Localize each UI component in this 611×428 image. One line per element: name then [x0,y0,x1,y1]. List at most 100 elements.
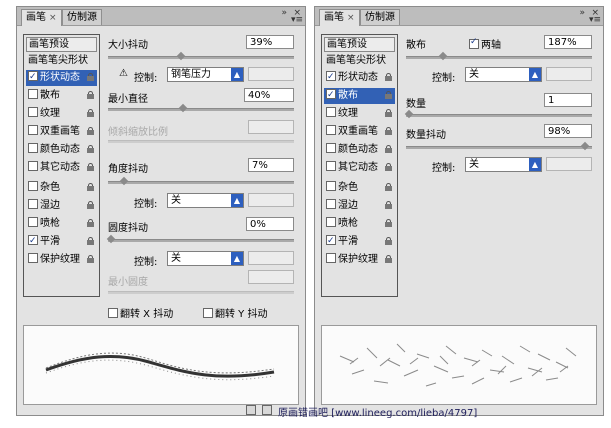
list-item-texture[interactable]: 纹理 [26,106,97,122]
list-item-color-dynamics[interactable]: 颜色动态 [324,142,395,158]
min-diameter-value[interactable]: 40% [244,88,294,102]
checkbox-icon[interactable] [326,161,336,171]
collapse-icon[interactable]: » [281,8,287,18]
count-slider[interactable] [404,109,592,119]
lock-icon[interactable] [385,255,392,263]
lock-icon[interactable] [87,219,94,227]
new-brush-icon[interactable] [246,405,256,415]
list-item-protect-texture[interactable]: 保护纹理 [26,252,97,268]
checkbox-icon[interactable] [28,107,38,117]
list-item-scattering[interactable]: 散布 [324,87,395,104]
flip-y-checkbox[interactable]: 翻转 Y 抖动 [203,305,267,320]
size-jitter-slider[interactable] [108,51,294,61]
list-item-other-dynamics[interactable]: 其它动态 [324,160,395,176]
angle-jitter-slider[interactable] [108,176,294,186]
lock-icon[interactable] [87,183,94,191]
list-item-color-dynamics[interactable]: 颜色动态 [26,142,97,158]
list-item-brush-tip-shape[interactable]: 画笔笔尖形状 [324,53,395,69]
lock-icon[interactable] [87,163,94,171]
roundness-jitter-slider[interactable] [106,234,294,244]
min-diameter-slider[interactable] [108,103,294,113]
lock-icon[interactable] [87,73,94,81]
lock-icon[interactable] [87,255,94,263]
tab-brush[interactable]: 画笔 × [319,9,360,26]
list-item-noise[interactable]: 杂色 [324,180,395,196]
list-item-airbrush[interactable]: 喷枪 [26,216,97,232]
lock-icon[interactable] [385,237,392,245]
checkbox-icon[interactable] [326,143,336,153]
dropdown-arrow-icon[interactable]: ▲ [231,68,243,81]
count-control-select[interactable]: 关 ▲ [465,157,542,172]
dropdown-arrow-icon[interactable]: ▲ [231,194,243,207]
checkbox-icon[interactable] [469,37,479,49]
checkbox-icon[interactable] [28,217,38,227]
list-item-dual-brush[interactable]: 双重画笔 [324,124,395,140]
checkbox-icon[interactable] [28,233,38,249]
slider-thumb[interactable] [404,109,414,119]
size-control-select[interactable]: 钢笔压力 ▲ [167,67,244,82]
list-item-shape-dynamics[interactable]: 形状动态 [26,69,97,86]
count-value[interactable]: 1 [544,93,592,107]
roundness-jitter-value[interactable]: 0% [246,217,294,231]
lock-icon[interactable] [385,163,392,171]
slider-thumb[interactable] [119,176,128,186]
lock-icon[interactable] [87,201,94,209]
checkbox-icon[interactable] [326,107,336,117]
panel-menu-icon[interactable]: ▾≡ [589,15,601,25]
count-jitter-slider[interactable] [406,141,592,151]
lock-icon[interactable] [87,109,94,117]
lock-icon[interactable] [385,183,392,191]
lock-icon[interactable] [87,145,94,153]
scatter-value[interactable]: 187% [544,35,592,49]
checkbox-icon[interactable] [28,253,38,263]
slider-thumb[interactable] [438,51,447,61]
tab-close-icon[interactable]: × [347,13,355,23]
checkbox-icon[interactable] [28,199,38,209]
checkbox-icon[interactable] [326,233,336,249]
lock-icon[interactable] [385,219,392,227]
lock-icon[interactable] [87,237,94,245]
slider-thumb[interactable] [178,103,188,113]
list-item-smoothing[interactable]: 平滑 [324,233,395,250]
list-item-dual-brush[interactable]: 双重画笔 [26,124,97,140]
scatter-slider[interactable] [406,51,592,61]
checkbox-icon[interactable] [28,143,38,153]
checkbox-icon[interactable] [326,217,336,227]
list-item-smoothing[interactable]: 平滑 [26,233,97,250]
list-item-wet-edges[interactable]: 湿边 [324,198,395,214]
checkbox-icon[interactable] [108,308,118,318]
roundness-control-select[interactable]: 关 ▲ [167,251,244,266]
lock-icon[interactable] [385,201,392,209]
checkbox-icon[interactable] [326,87,336,103]
brush-presets-button[interactable]: 画笔预设 [26,37,97,52]
list-item-noise[interactable]: 杂色 [26,180,97,196]
list-item-wet-edges[interactable]: 湿边 [26,198,97,214]
lock-icon[interactable] [385,145,392,153]
flip-x-checkbox[interactable]: 翻转 X 抖动 [108,305,173,320]
dropdown-arrow-icon[interactable]: ▲ [529,68,541,81]
list-item-shape-dynamics[interactable]: 形状动态 [324,69,395,86]
list-item-texture[interactable]: 纹理 [324,106,395,122]
checkbox-icon[interactable] [28,125,38,135]
checkbox-icon[interactable] [326,181,336,191]
checkbox-icon[interactable] [326,253,336,263]
list-item-other-dynamics[interactable]: 其它动态 [26,160,97,176]
checkbox-icon[interactable] [203,308,213,318]
list-item-airbrush[interactable]: 喷枪 [324,216,395,232]
checkbox-icon[interactable] [326,125,336,135]
tab-clone-source[interactable]: 仿制源 [360,9,400,25]
lock-icon[interactable] [385,73,392,81]
list-item-brush-tip-shape[interactable]: 画笔笔尖形状 [26,53,97,69]
checkbox-icon[interactable] [28,69,38,85]
count-jitter-value[interactable]: 98% [544,124,592,138]
lock-icon[interactable] [385,91,392,99]
scatter-control-select[interactable]: 关 ▲ [465,67,542,82]
both-axes-checkbox[interactable]: 两轴 [469,36,501,51]
size-jitter-value[interactable]: 39% [246,35,294,49]
list-item-protect-texture[interactable]: 保护纹理 [324,252,395,268]
lock-icon[interactable] [385,109,392,117]
list-item-scattering[interactable]: 散布 [26,88,97,104]
panel-menu-icon[interactable]: ▾≡ [291,15,303,25]
checkbox-icon[interactable] [326,69,336,85]
checkbox-icon[interactable] [326,199,336,209]
